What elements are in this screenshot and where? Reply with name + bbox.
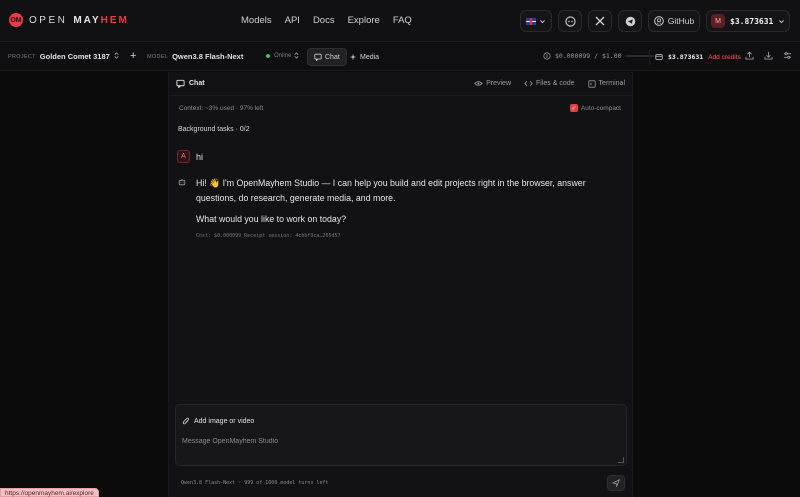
nav-link-models[interactable]: Models: [241, 15, 272, 26]
project-toolbar: PROJECT Golden Comet 3187 + MODEL Qwen3.…: [0, 43, 800, 71]
user-avatar-icon: A: [177, 150, 190, 163]
top-navigation: OM OPEN MAYHEM Models API Docs Explore FA…: [0, 0, 800, 42]
online-dot-icon: [266, 54, 270, 58]
project-selector[interactable]: PROJECT Golden Comet 3187: [8, 52, 110, 61]
wallet-icon: [655, 54, 663, 60]
assistant-message-text: Hi! 👋 I'm OpenMayhem Studio — I can help…: [196, 176, 628, 227]
bot-icon: [178, 179, 186, 186]
panel-title: Chat: [176, 79, 205, 88]
send-button[interactable]: [607, 475, 625, 491]
panel-tabs: Preview Files & code Terminal: [474, 79, 625, 88]
upload-icon[interactable]: [745, 51, 754, 60]
project-sort-icon[interactable]: [113, 51, 120, 60]
tab-media[interactable]: Media: [343, 48, 385, 66]
main-nav: Models API Docs Explore FAQ: [241, 15, 412, 26]
model-sort-icon[interactable]: [293, 51, 300, 60]
message-composer: Add image or video: [175, 404, 627, 466]
eye-icon: [474, 81, 483, 86]
updown-chevron-icon: [294, 52, 299, 59]
model-selector[interactable]: MODEL Qwen3.8 Flash-Next: [147, 52, 243, 61]
assistant-paragraph: What would you like to work on today?: [196, 214, 347, 224]
x-button[interactable]: [588, 10, 612, 32]
add-media-label: Add image or video: [194, 418, 255, 425]
download-icon[interactable]: [764, 51, 773, 60]
chat-icon: [314, 53, 322, 61]
cost-meter: $0.000099 / $1.00: [543, 52, 654, 60]
telegram-icon: [625, 16, 635, 26]
auto-compact-label: Auto-compact: [580, 104, 621, 112]
project-caption: PROJECT: [8, 53, 36, 60]
model-turns-left: Qwen3.8 Flash-Next · 999 of 1000 model t…: [181, 480, 329, 486]
nav-link-docs[interactable]: Docs: [313, 15, 335, 26]
user-message-text: hi: [196, 151, 204, 162]
sparkle-icon: [349, 53, 357, 61]
model-name: Qwen3.8 Flash-Next: [172, 52, 244, 61]
tab-preview-label: Preview: [486, 80, 512, 87]
nav-link-api[interactable]: API: [285, 15, 300, 26]
avatar: M: [711, 14, 725, 28]
chat-bubble-icon: [564, 15, 576, 27]
model-caption: MODEL: [147, 53, 169, 60]
checkbox-checked-icon: ✓: [569, 104, 578, 112]
language-selector[interactable]: [520, 10, 552, 32]
x-logo-icon: [595, 16, 605, 26]
status-url-tooltip: https://openmayhem.ai/explore: [0, 488, 99, 497]
discord-button[interactable]: [558, 10, 582, 32]
chat-icon: [176, 79, 185, 88]
background-tasks[interactable]: Background tasks · 0/2: [178, 126, 250, 133]
flag-uk-icon: [526, 17, 536, 25]
logo-mark-icon: OM: [9, 13, 23, 27]
add-credits-link[interactable]: Add credits: [708, 54, 741, 61]
tab-terminal-label: Terminal: [598, 80, 625, 87]
nav-link-explore[interactable]: Explore: [348, 15, 380, 26]
paperclip-icon: [182, 417, 189, 425]
chat-panel: Chat Preview Files & code Terminal Conte…: [168, 72, 633, 497]
tab-files-code[interactable]: Files & code: [524, 80, 575, 88]
assistant-paragraph: Hi! 👋 I'm OpenMayhem Studio — I can help…: [196, 178, 586, 203]
code-icon: [524, 80, 533, 87]
add-media-button[interactable]: Add image or video: [182, 417, 254, 426]
auto-compact-toggle[interactable]: ✓ Auto-compact: [569, 104, 621, 112]
chevron-down-icon: [540, 19, 545, 23]
telegram-button[interactable]: [618, 10, 642, 32]
message-cost-receipt: Cost: $0.000099 Receipt session: 4cbbf9c…: [196, 232, 341, 239]
toolbar-icons: [745, 51, 792, 60]
logo[interactable]: OM OPEN MAYHEM: [9, 13, 129, 27]
tab-chat-label: Chat: [325, 53, 340, 61]
account-balance: $3.873631: [730, 16, 774, 26]
tab-chat[interactable]: Chat: [307, 48, 347, 66]
tab-media-label: Media: [360, 53, 380, 61]
github-label: GitHub: [667, 16, 695, 26]
coin-icon: [543, 52, 551, 60]
model-status: Online: [266, 53, 291, 59]
nav-link-faq[interactable]: FAQ: [393, 15, 412, 26]
github-button[interactable]: GitHub: [648, 10, 700, 32]
credit-balance: $3.873631 Add credits: [649, 49, 746, 65]
logo-text: OPEN MAYHEM: [29, 14, 129, 26]
add-project-button[interactable]: +: [130, 50, 136, 62]
tab-preview[interactable]: Preview: [474, 80, 511, 88]
send-icon: [612, 479, 620, 487]
terminal-icon: [587, 79, 596, 88]
status-label: Online: [274, 53, 292, 59]
credit-balance-value: $3.873631: [668, 53, 704, 61]
panel-header: Chat Preview Files & code Terminal: [169, 72, 632, 96]
project-name: Golden Comet 3187: [39, 52, 110, 61]
resize-handle-icon[interactable]: [618, 457, 624, 463]
panel-title-label: Chat: [189, 80, 205, 87]
updown-chevron-icon: [114, 52, 119, 59]
account-menu[interactable]: M $3.873631: [706, 10, 790, 32]
tab-files-code-label: Files & code: [536, 80, 575, 87]
user-message: A hi: [177, 150, 203, 163]
chevron-down-icon: [779, 19, 785, 23]
message-input[interactable]: [182, 438, 612, 445]
cost-value: $0.000099 / $1.00: [555, 52, 622, 60]
settings-sliders-icon[interactable]: [783, 51, 792, 60]
assistant-message: Hi! 👋 I'm OpenMayhem Studio — I can help…: [178, 176, 628, 239]
github-icon: [653, 16, 664, 26]
nav-actions: GitHub M $3.873631: [520, 10, 790, 32]
tab-terminal[interactable]: Terminal: [587, 79, 625, 88]
context-usage: Context: ~3% used · 97% left: [179, 105, 264, 112]
